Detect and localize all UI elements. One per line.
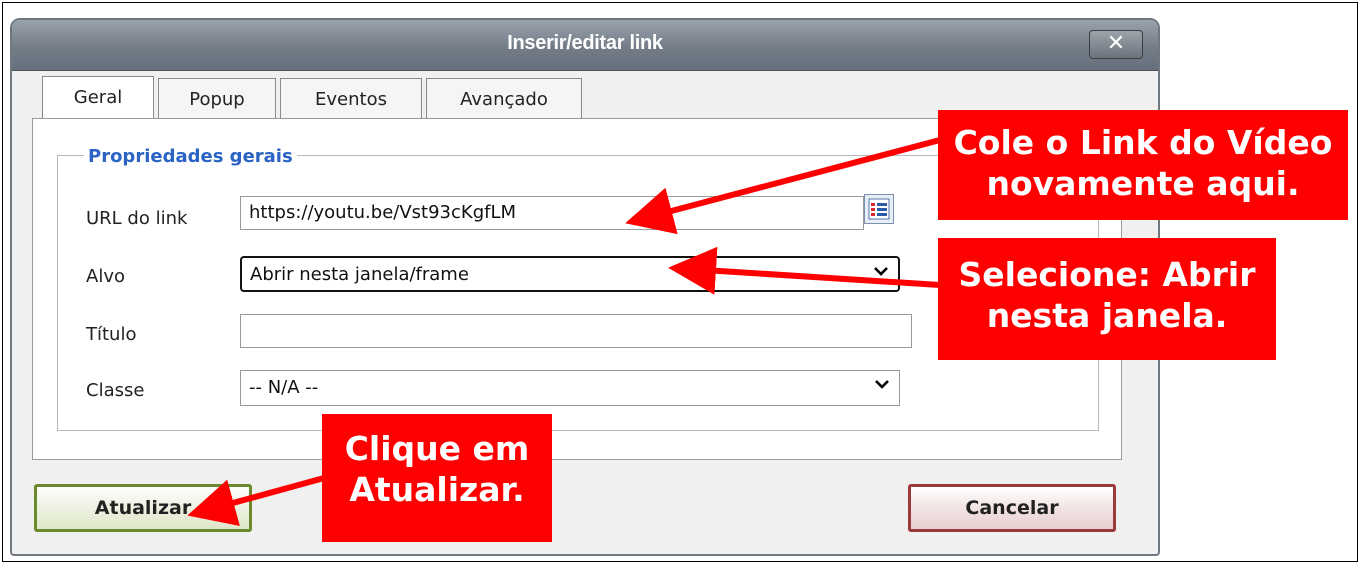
chevron-down-icon <box>874 267 888 276</box>
browse-list-icon[interactable] <box>864 194 894 224</box>
tab-avancado[interactable]: Avançado <box>426 78 582 120</box>
url-label: URL do link <box>86 208 188 229</box>
class-label: Classe <box>86 380 145 401</box>
url-input[interactable]: https://youtu.be/Vst93cKgfLM <box>240 196 864 230</box>
class-select[interactable]: -- N/A -- <box>240 370 900 406</box>
title-input[interactable] <box>240 314 912 348</box>
callout-paste-link: Cole o Link do Vídeo novamente aqui. <box>938 110 1348 220</box>
target-label: Alvo <box>86 266 125 287</box>
tab-eventos[interactable]: Eventos <box>280 78 422 120</box>
title-label: Título <box>86 324 137 345</box>
chevron-down-icon <box>875 380 889 389</box>
cancel-button-label: Cancelar <box>965 497 1059 519</box>
callout-click-update: Clique em Atualizar. <box>322 414 552 542</box>
callout-3-line-2: Atualizar. <box>349 470 525 510</box>
target-select-value: Abrir nesta janela/frame <box>250 264 469 285</box>
tab-avancado-label: Avançado <box>460 89 548 110</box>
callout-2-line-1: Selecione: Abrir <box>958 255 1256 294</box>
callout-1-line-2: novamente aqui. <box>986 164 1300 204</box>
tab-geral[interactable]: Geral <box>42 76 154 120</box>
close-button[interactable]: ✕ <box>1089 30 1143 59</box>
callout-1-line-1: Cole o Link do Vídeo <box>953 123 1333 162</box>
close-icon: ✕ <box>1106 31 1126 56</box>
tab-popup[interactable]: Popup <box>158 78 276 120</box>
callout-select-target: Selecione: Abrir nesta janela. <box>938 238 1276 360</box>
update-button-label: Atualizar <box>94 497 192 519</box>
dialog-titlebar[interactable]: Inserir/editar link ✕ <box>12 20 1158 71</box>
target-select[interactable]: Abrir nesta janela/frame <box>240 256 900 292</box>
tab-popup-label: Popup <box>189 89 245 110</box>
class-select-value: -- N/A -- <box>249 377 319 398</box>
cancel-button[interactable]: Cancelar <box>908 484 1116 532</box>
tab-geral-label: Geral <box>73 87 123 108</box>
callout-3-line-1: Clique em <box>344 429 530 468</box>
update-button[interactable]: Atualizar <box>34 484 252 532</box>
dialog-title: Inserir/editar link <box>507 32 663 54</box>
section-title: Propriedades gerais <box>84 146 297 167</box>
callout-2-line-2: nesta janela. <box>986 296 1228 336</box>
tab-eventos-label: Eventos <box>315 89 387 110</box>
